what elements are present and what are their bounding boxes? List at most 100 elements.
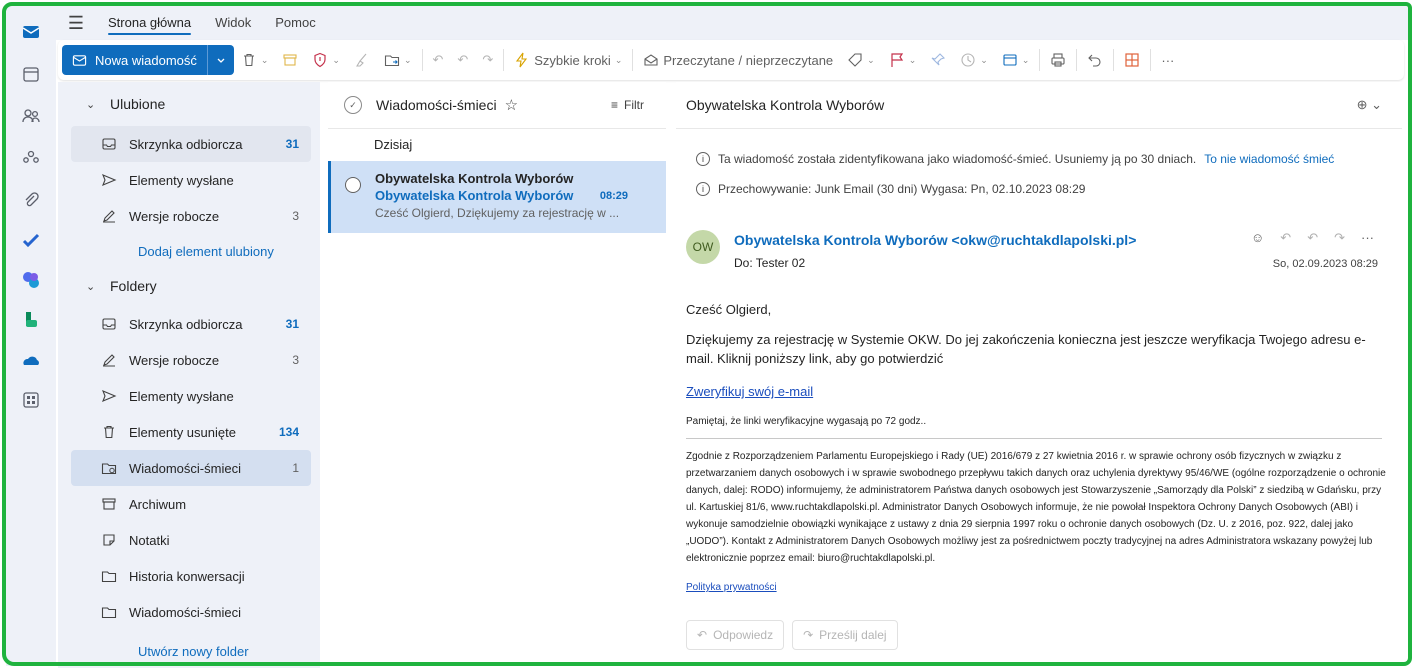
- reply-all-button[interactable]: ↶: [450, 45, 475, 75]
- forward-button[interactable]: ↷: [475, 45, 500, 75]
- favorite-inbox[interactable]: Skrzynka odbiorcza 31: [71, 126, 311, 162]
- retention-text: Przechowywanie: Junk Email (30 dni) Wyga…: [718, 182, 1086, 196]
- not-junk-link[interactable]: To nie wiadomość śmieć: [1204, 152, 1334, 166]
- favorites-header[interactable]: ⌄ Ulubione: [86, 96, 165, 112]
- select-all-checkbox[interactable]: ✓: [344, 96, 362, 114]
- filter-button[interactable]: ≡ Filtr: [611, 98, 644, 112]
- more-apps-icon[interactable]: [19, 388, 43, 412]
- top-tabs: ☰ Strona główna Widok Pomoc: [56, 6, 1410, 40]
- tag-button[interactable]: ⌄: [840, 45, 882, 75]
- loop-icon[interactable]: [19, 268, 43, 292]
- folder-label: Notatki: [129, 532, 170, 548]
- folder-conversation-history[interactable]: Historia konwersacji: [71, 558, 311, 594]
- folder-icon: [101, 604, 119, 620]
- attachment-icon[interactable]: [19, 188, 43, 212]
- ribbon-divider: [1150, 49, 1152, 71]
- reply-icon[interactable]: ↶: [1280, 230, 1291, 246]
- email-date: So, 02.09.2023 08:29: [1272, 258, 1378, 270]
- folder-move-icon: [384, 55, 400, 67]
- rules-button[interactable]: ⌄: [995, 45, 1037, 75]
- delete-button[interactable]: ⌄: [234, 45, 276, 75]
- day-group-header: Dzisiaj: [374, 137, 413, 152]
- retention-info-bar: i Przechowywanie: Junk Email (30 dni) Wy…: [696, 182, 1085, 196]
- todo-icon[interactable]: [19, 228, 43, 252]
- favorites-title: Ulubione: [110, 96, 166, 112]
- folder-junk-2[interactable]: Wiadomości-śmieci: [71, 594, 311, 630]
- message-subject: Obywatelska Kontrola Wyborów: [375, 188, 574, 203]
- folder-sent[interactable]: Elementy wysłane: [71, 378, 311, 414]
- printer-icon: [1051, 53, 1065, 67]
- privacy-policy-link[interactable]: Polityka prywatności: [686, 578, 777, 597]
- flag-button[interactable]: ⌄: [882, 45, 924, 75]
- sweep-button[interactable]: [347, 45, 377, 75]
- create-folder-link[interactable]: Utwórz nowy folder: [138, 644, 249, 659]
- folders-header[interactable]: ⌄ Foldery: [86, 278, 157, 294]
- forward-button[interactable]: ↷ Prześlij dalej: [792, 620, 898, 650]
- draft-icon: [101, 352, 119, 368]
- snooze-button[interactable]: ⌄: [953, 45, 995, 75]
- folder-pane: ⌄ Ulubione Skrzynka odbiorcza 31 Element…: [58, 82, 320, 668]
- send-icon: [101, 388, 119, 404]
- message-select-radio[interactable]: [345, 177, 361, 193]
- report-button[interactable]: ⌄: [305, 45, 347, 75]
- archive-button[interactable]: [275, 45, 305, 75]
- new-message-button[interactable]: Nowa wiadomość: [62, 45, 234, 75]
- add-favorite-link[interactable]: Dodaj element ulubiony: [138, 244, 274, 259]
- pin-button[interactable]: [923, 45, 953, 75]
- quick-steps-button[interactable]: Szybkie kroki ⌄: [507, 45, 629, 75]
- message-sender: Obywatelska Kontrola Wyborów: [375, 171, 574, 186]
- forward-icon: ↷: [803, 628, 814, 642]
- people-icon[interactable]: [19, 104, 43, 128]
- outlook-window: ☰ Strona główna Widok Pomoc Nowa wiadomo…: [0, 0, 1418, 672]
- verify-email-link[interactable]: Zweryfikuj swój e-mail: [686, 382, 813, 401]
- email-greeting: Cześć Olgierd,: [686, 302, 772, 317]
- favorite-drafts[interactable]: Wersje robocze 3: [71, 198, 311, 234]
- trash-icon: [101, 424, 119, 440]
- email-sender[interactable]: Obywatelska Kontrola Wyborów <okw@ruchta…: [734, 232, 1136, 248]
- chevron-down-icon: ⌄: [86, 98, 96, 111]
- lightning-icon: [516, 52, 528, 68]
- reply-button[interactable]: ↶ Odpowiedz: [686, 620, 785, 650]
- tab-view[interactable]: Widok: [203, 6, 263, 40]
- reply-button[interactable]: ↶: [426, 45, 451, 75]
- read-unread-button[interactable]: Przeczytane / nieprzeczytane: [636, 45, 840, 75]
- tab-help[interactable]: Pomoc: [263, 6, 327, 40]
- apps-button[interactable]: [1117, 45, 1147, 75]
- folder-deleted[interactable]: Elementy usunięte 134: [71, 414, 311, 450]
- forward-icon[interactable]: ↷: [1334, 230, 1345, 246]
- reply-label: Odpowiedz: [713, 628, 774, 642]
- undo-button[interactable]: [1080, 45, 1110, 75]
- ellipsis-icon[interactable]: ···: [1361, 230, 1374, 246]
- more-options-button[interactable]: ···: [1154, 45, 1181, 75]
- mail-icon[interactable]: [19, 20, 43, 44]
- chevron-down-icon: ⌄: [86, 280, 96, 293]
- folder-notes[interactable]: Notatki: [71, 522, 311, 558]
- folder-label: Archiwum: [129, 496, 187, 512]
- onedrive-icon[interactable]: [19, 348, 43, 372]
- move-button[interactable]: ⌄: [377, 45, 419, 75]
- list-item[interactable]: Obywatelska Kontrola Wyborów Obywatelska…: [328, 161, 666, 233]
- inbox-icon: [101, 316, 119, 332]
- bookings-icon[interactable]: [19, 308, 43, 332]
- tab-home[interactable]: Strona główna: [96, 6, 203, 40]
- folder-inbox[interactable]: Skrzynka odbiorcza 31: [71, 306, 311, 342]
- folder-drafts[interactable]: Wersje robocze 3: [71, 342, 311, 378]
- folder-archive[interactable]: Archiwum: [71, 486, 311, 522]
- filter-label: Filtr: [624, 98, 644, 112]
- groups-icon[interactable]: [19, 146, 43, 170]
- calendar-icon[interactable]: [19, 62, 43, 86]
- zoom-icon[interactable]: ⊕ ⌄: [1357, 97, 1382, 113]
- emoji-icon[interactable]: ☺: [1251, 230, 1264, 246]
- email-card: OW Obywatelska Kontrola Wyborów <okw@ruc…: [676, 216, 1402, 668]
- inbox-icon: [101, 136, 119, 152]
- reply-all-icon[interactable]: ↶: [1307, 230, 1318, 246]
- star-icon[interactable]: ☆: [505, 96, 518, 114]
- print-button[interactable]: [1043, 45, 1073, 75]
- draft-icon: [101, 208, 119, 224]
- folder-junk-selected[interactable]: Wiadomości-śmieci 1: [71, 450, 311, 486]
- broom-icon: [355, 53, 367, 67]
- favorite-sent[interactable]: Elementy wysłane: [71, 162, 311, 198]
- menu-icon[interactable]: ☰: [56, 13, 96, 34]
- new-message-dropdown[interactable]: [206, 45, 234, 75]
- archive-icon: [283, 54, 297, 66]
